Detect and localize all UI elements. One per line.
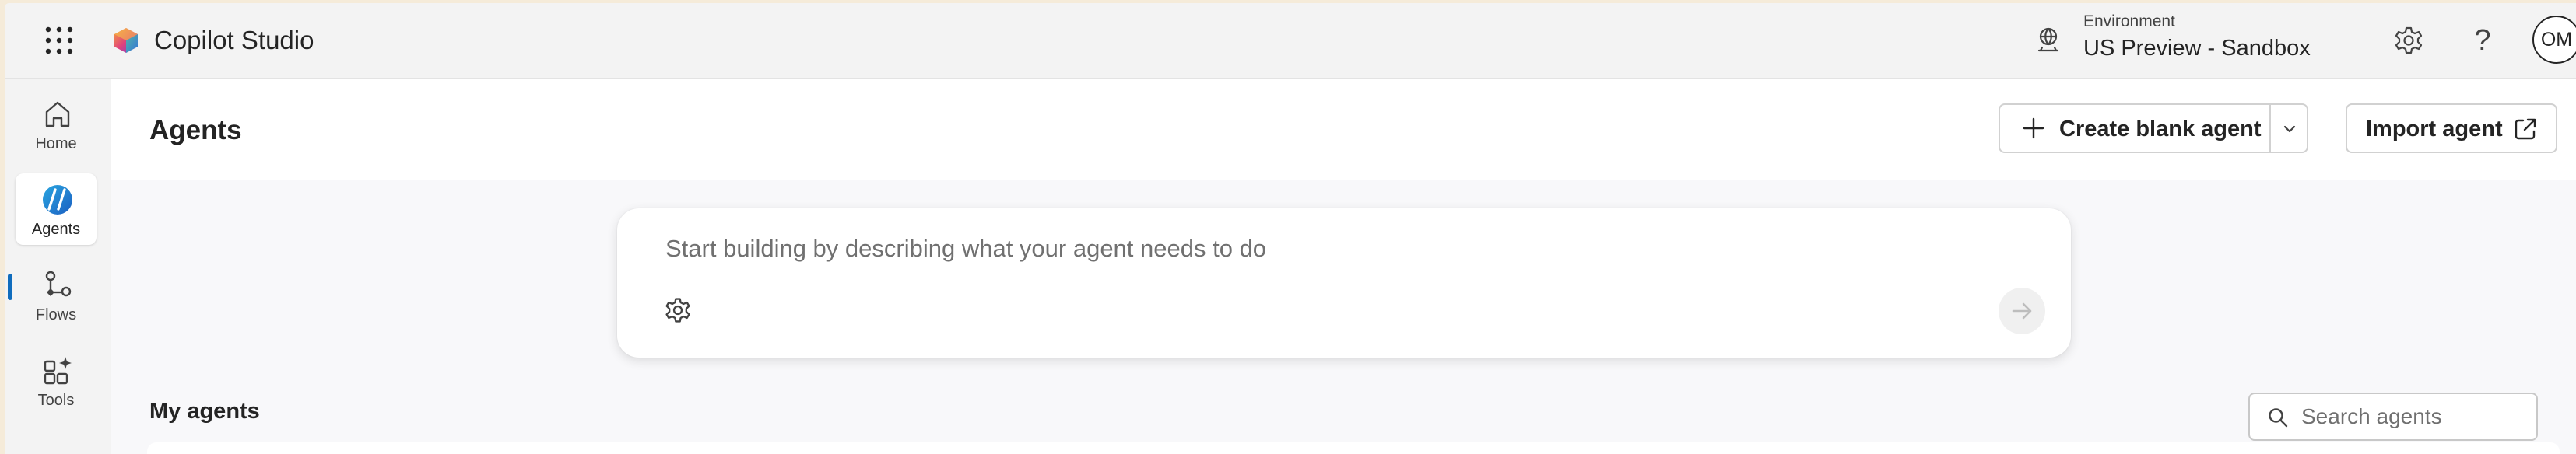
my-agents-heading: My agents bbox=[149, 399, 260, 424]
agent-description-prompt bbox=[617, 208, 2071, 358]
create-agent-dropdown-button[interactable] bbox=[2269, 103, 2308, 153]
gear-icon[interactable] bbox=[2393, 25, 2424, 56]
help-icon[interactable]: ? bbox=[2467, 22, 2498, 59]
nav-item-flows[interactable]: Flows bbox=[16, 259, 97, 330]
copilot-studio-logo bbox=[114, 28, 138, 53]
import-agent-button[interactable]: Import agent bbox=[2346, 103, 2557, 153]
environment-name[interactable]: US Preview - Sandbox bbox=[2083, 34, 2311, 62]
search-icon bbox=[2269, 408, 2288, 428]
import-agent-label: Import agent bbox=[2366, 117, 2503, 141]
chevron-down-icon bbox=[2283, 125, 2296, 133]
nav-item-label: Flows bbox=[35, 306, 77, 323]
nav-item-label: Agents bbox=[31, 221, 81, 238]
nav-item-tools[interactable]: Tools bbox=[16, 344, 97, 416]
nav-item-label: Tools bbox=[37, 392, 75, 409]
agents-icon bbox=[43, 185, 72, 215]
active-nav-indicator bbox=[8, 274, 12, 300]
search-agents-input[interactable] bbox=[2301, 403, 2527, 430]
tools-icon bbox=[44, 357, 72, 385]
avatar[interactable]: OM bbox=[2532, 16, 2576, 64]
arrow-right-icon bbox=[2012, 302, 2032, 320]
gear-icon[interactable] bbox=[664, 296, 692, 324]
environment-icon[interactable] bbox=[2033, 25, 2064, 56]
agent-description-input[interactable] bbox=[665, 232, 1911, 266]
waffle-icon[interactable] bbox=[42, 23, 76, 58]
open-external-icon bbox=[2515, 118, 2536, 140]
agents-list bbox=[147, 442, 2560, 454]
home-icon bbox=[45, 101, 70, 127]
flows-icon bbox=[45, 271, 72, 297]
environment-label: Environment bbox=[2083, 12, 2175, 30]
left-nav-rail: Home Agents Flows Tools bbox=[5, 79, 111, 454]
create-blank-agent-button[interactable]: Create blank agent bbox=[1999, 103, 2271, 153]
nav-item-home[interactable]: Home bbox=[16, 88, 97, 159]
main-content: Agents Create blank agent Import agent S… bbox=[111, 79, 2576, 454]
page-title: Agents bbox=[149, 115, 242, 145]
app-window: Copilot Studio Environment US Preview - … bbox=[5, 3, 2576, 454]
search-agents-box bbox=[2248, 393, 2538, 441]
send-button[interactable] bbox=[1999, 288, 2045, 334]
top-bar: Copilot Studio Environment US Preview - … bbox=[5, 3, 2576, 79]
nav-item-agents[interactable]: Agents bbox=[16, 173, 97, 245]
page-header: Agents Create blank agent Import agent bbox=[111, 79, 2576, 180]
plus-icon bbox=[2023, 117, 2044, 139]
create-blank-agent-label: Create blank agent bbox=[2059, 117, 2262, 141]
nav-item-label: Home bbox=[35, 135, 77, 152]
app-title[interactable]: Copilot Studio bbox=[154, 25, 314, 56]
